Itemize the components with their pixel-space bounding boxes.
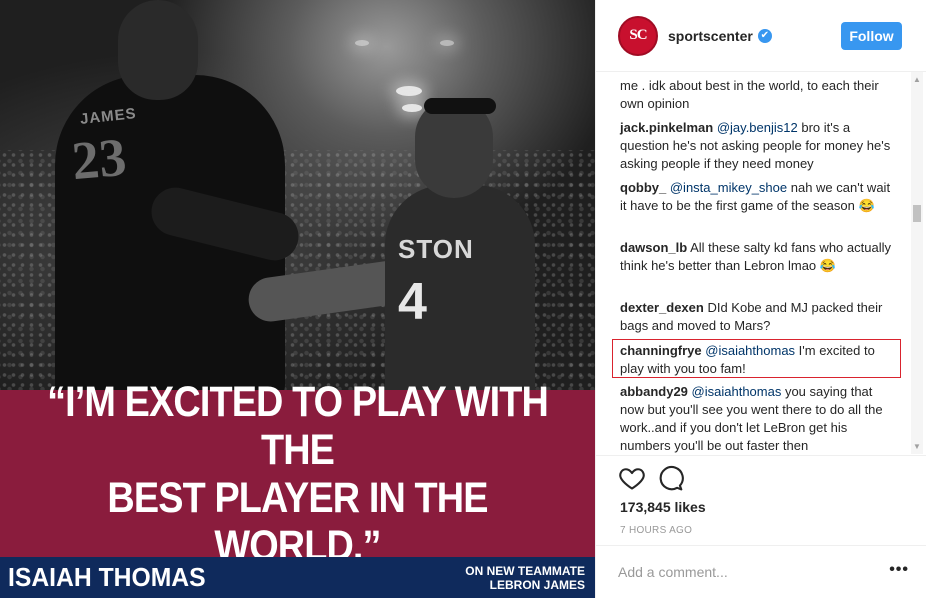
speaker-subtitle-line2: LEBRON JAMES [489,577,585,592]
comment-mention[interactable]: @jay.benjis12 [717,120,798,135]
player-thomas-headband [424,98,496,114]
heart-icon[interactable] [618,464,646,492]
arena-light [355,40,369,46]
comment-mention[interactable]: @isaiahthomas [692,384,782,399]
comment-icon[interactable] [656,464,684,492]
jersey-number-23: 23 [69,126,129,192]
comments-scrollbar[interactable] [911,72,923,454]
comment-item: dexter_dexen DId Kobe and MJ packed thei… [620,299,896,335]
speaker-subtitle-line1: ON NEW TEAMMATE [465,563,585,578]
comment-username[interactable]: dawson_lb [620,240,687,255]
username-link[interactable]: sportscenter [668,28,753,44]
follow-button[interactable]: Follow [841,22,902,50]
jersey-number-4: 4 [398,273,427,331]
post-panel: SC sportscenter ✔ Follow me . idk about … [595,0,926,598]
comment-mention[interactable]: @insta_mikey_shoe [670,180,787,195]
avatar[interactable]: SC [618,15,658,56]
comment-item-highlighted: channingfrye @isaiahthomas I'm excited t… [620,342,896,378]
comment-item: jack.pinkelman @jay.benjis12 bro it's a … [620,119,896,173]
post-header: SC sportscenter ✔ Follow [596,0,926,72]
arena-light [396,86,422,96]
comment-item: qobby_ @insta_mikey_shoe nah we can't wa… [620,179,896,215]
quote-text: “I’M EXCITED TO PLAY WITH THE BEST PLAYE… [47,377,549,570]
scrollbar-thumb[interactable] [913,205,921,222]
scroll-down-icon[interactable]: ▼ [913,443,921,451]
comment-username[interactable]: jack.pinkelman [620,120,713,135]
likes-count[interactable]: 173,845 likes [620,499,706,515]
scroll-up-icon[interactable]: ▲ [913,76,921,84]
comment-text: me . idk about best in the world, to eac… [620,78,879,111]
comment-username[interactable]: abbandy29 [620,384,688,399]
post-actions: 173,845 likes 7 HOURS AGO [596,455,926,545]
comment-username[interactable]: qobby_ [620,180,666,195]
jersey-name-boston: STON [398,234,474,264]
speaker-subtitle: ON NEW TEAMMATE LEBRON JAMES [465,564,585,592]
comment-mention[interactable]: @isaiahthomas [705,343,795,358]
comment-input[interactable] [618,560,868,584]
arena-light [440,40,454,46]
comments-list[interactable]: me . idk about best in the world, to eac… [596,72,926,454]
post-image[interactable]: JAMES 23 STON 4 “I’M EXCITED TO PLAY WIT… [0,0,595,598]
comment-item: abbandy29 @isaiahthomas you saying that … [620,383,896,454]
post-timestamp[interactable]: 7 HOURS AGO [620,525,692,536]
add-comment-bar: ••• [596,545,926,598]
arena-light [402,104,422,112]
quote-banner: “I’M EXCITED TO PLAY WITH THE BEST PLAYE… [0,378,595,570]
post-photo: JAMES 23 STON 4 [0,0,595,390]
comment-item: dawson_lb All these salty kd fans who ac… [620,239,896,275]
comment-item: me . idk about best in the world, to eac… [620,77,896,113]
comment-username[interactable]: channingfrye [620,343,702,358]
more-options-icon[interactable]: ••• [889,562,909,578]
comment-username[interactable]: dexter_dexen [620,300,704,315]
player-lebron-head [118,0,198,100]
speaker-name: ISAIAH THOMAS [8,562,206,592]
verified-badge-icon: ✔ [757,28,772,43]
speaker-banner: ISAIAH THOMAS ON NEW TEAMMATE LEBRON JAM… [0,557,595,598]
